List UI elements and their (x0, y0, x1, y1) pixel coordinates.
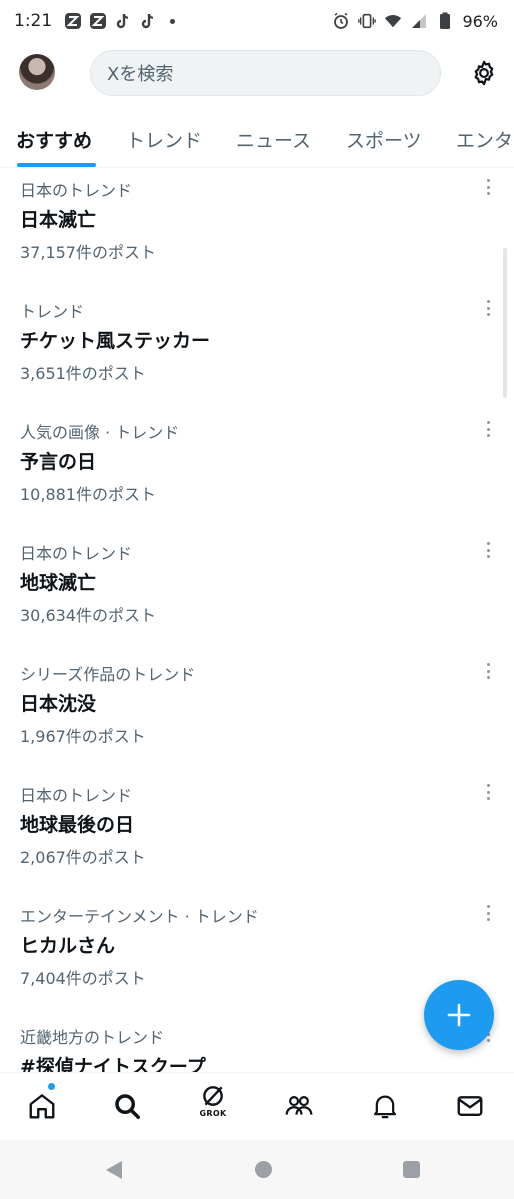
trend-category: エンターテインメント · トレンド (20, 907, 259, 926)
z-app-icon (89, 12, 107, 30)
tiktok-icon (139, 12, 157, 30)
unread-dot (48, 1083, 55, 1090)
trend-post-count: 1,967件のポスト (20, 727, 146, 746)
avatar[interactable] (19, 54, 55, 90)
notifications-icon[interactable] (367, 1088, 403, 1124)
trend-item[interactable]: シリーズ作品のトレンド 日本沈没 1,967件のポスト (0, 661, 514, 782)
trend-title: 地球最後の日 (20, 814, 135, 836)
gear-icon[interactable] (470, 59, 498, 87)
active-tab-indicator (17, 163, 96, 167)
trend-item[interactable]: トレンド チケット風ステッカー 3,651件のポスト (0, 298, 514, 419)
more-options-icon[interactable] (482, 903, 494, 923)
more-options-icon[interactable] (482, 177, 494, 197)
more-options-icon[interactable] (482, 419, 494, 439)
trend-post-count: 37,157件のポスト (20, 243, 156, 262)
search-placeholder: Xを検索 (107, 64, 174, 85)
back-icon[interactable] (105, 1160, 123, 1184)
battery-icon (436, 12, 454, 30)
notification-icons (64, 12, 176, 30)
battery-percent: 96% (462, 11, 498, 31)
trend-post-count: 2,067件のポスト (20, 848, 146, 867)
more-options-icon[interactable] (482, 540, 494, 560)
trend-category: 近畿地方のトレンド (20, 1028, 165, 1047)
trend-title: 日本沈没 (20, 693, 97, 715)
plus-icon (447, 1003, 471, 1027)
home-icon[interactable] (24, 1088, 60, 1124)
trend-title: 予言の日 (20, 451, 97, 473)
explore-tabs: おすすめ トレンド ニュース スポーツ エンタ (0, 112, 514, 168)
tiktok-icon (114, 12, 132, 30)
trend-category: 日本のトレンド (20, 181, 133, 200)
more-options-icon[interactable] (482, 298, 494, 318)
tab-recommended[interactable]: おすすめ (16, 126, 92, 153)
trend-post-count: 10,881件のポスト (20, 485, 156, 504)
trend-item[interactable]: 人気の画像 · トレンド 予言の日 10,881件のポスト (0, 419, 514, 540)
status-bar: 1:21 96% (0, 0, 514, 42)
trend-item[interactable]: 日本のトレンド 地球最後の日 2,067件のポスト (0, 782, 514, 903)
trend-item[interactable]: 日本のトレンド 日本滅亡 37,157件のポスト (0, 177, 514, 298)
trend-post-count: 30,634件のポスト (20, 606, 156, 625)
dot-icon (170, 18, 176, 24)
trend-post-count: 3,651件のポスト (20, 364, 146, 383)
trend-title: 日本滅亡 (20, 209, 97, 231)
compose-button[interactable] (424, 980, 494, 1050)
trend-category: シリーズ作品のトレンド (20, 665, 196, 684)
wifi-icon (384, 12, 402, 30)
grok-icon[interactable]: GROK (195, 1083, 231, 1119)
search-icon[interactable] (109, 1088, 145, 1124)
trend-post-count: 7,404件のポスト (20, 969, 146, 988)
more-options-icon[interactable] (482, 661, 494, 681)
trend-title: 地球滅亡 (20, 572, 97, 594)
tab-sports[interactable]: スポーツ (346, 126, 422, 153)
trend-category: 人気の画像 · トレンド (20, 423, 180, 442)
home-button-icon[interactable] (255, 1161, 272, 1178)
alarm-icon (332, 12, 350, 30)
communities-icon[interactable] (281, 1088, 317, 1124)
status-time: 1:21 (14, 11, 53, 31)
messages-icon[interactable] (452, 1088, 488, 1124)
trend-category: トレンド (20, 302, 85, 321)
system-navigation-bar (0, 1140, 514, 1199)
tab-trends[interactable]: トレンド (126, 126, 202, 153)
trend-title: チケット風ステッカー (20, 330, 211, 352)
tab-entertainment[interactable]: エンタ (456, 126, 513, 153)
scrollbar[interactable] (503, 248, 507, 398)
tab-news[interactable]: ニュース (236, 126, 311, 153)
z-app-icon (64, 12, 82, 30)
search-input[interactable]: Xを検索 (90, 50, 441, 96)
trend-item[interactable]: 日本のトレンド 地球滅亡 30,634件のポスト (0, 540, 514, 661)
grok-label: GROK (199, 1109, 227, 1118)
signal-icon (410, 12, 428, 30)
trend-title: #探偵ナイトスクープ (20, 1056, 206, 1072)
top-header: Xを検索 (0, 42, 514, 104)
vibrate-icon (358, 12, 377, 30)
bottom-navigation: GROK (0, 1072, 514, 1139)
trend-title: ヒカルさん (20, 935, 116, 957)
trend-category: 日本のトレンド (20, 786, 133, 805)
trend-category: 日本のトレンド (20, 544, 133, 563)
more-options-icon[interactable] (482, 782, 494, 802)
recent-apps-icon[interactable] (403, 1161, 420, 1178)
